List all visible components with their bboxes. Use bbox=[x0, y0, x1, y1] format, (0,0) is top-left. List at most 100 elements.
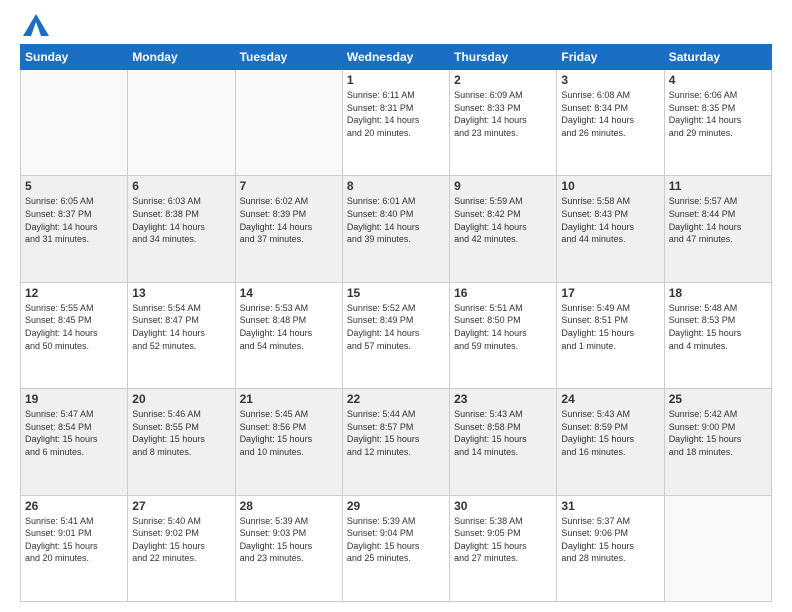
day-info: Sunrise: 5:44 AM Sunset: 8:57 PM Dayligh… bbox=[347, 408, 445, 458]
day-number: 21 bbox=[240, 392, 338, 406]
day-number: 30 bbox=[454, 499, 552, 513]
calendar-cell: 31 Sunrise: 5:37 AM Sunset: 9:06 PM Dayli… bbox=[557, 495, 664, 601]
day-info: Sunrise: 5:53 AM Sunset: 8:48 PM Dayligh… bbox=[240, 302, 338, 352]
calendar-cell: 10Sunrise: 5:58 AM Sunset: 8:43 PM Dayli… bbox=[557, 176, 664, 282]
day-number: 28 bbox=[240, 499, 338, 513]
calendar-cell: 20 Sunrise: 5:46 AM Sunset: 8:55 PM Dayli… bbox=[128, 389, 235, 495]
day-info: Sunrise: 5:46 AM Sunset: 8:55 PM Dayligh… bbox=[132, 408, 230, 458]
day-info: Sunrise: 5:51 AM Sunset: 8:50 PM Dayligh… bbox=[454, 302, 552, 352]
day-info: Sunrise: 6:11 AM Sunset: 8:31 PM Dayligh… bbox=[347, 89, 445, 139]
calendar-cell: 29 Sunrise: 5:39 AM Sunset: 9:04 PM Dayli… bbox=[342, 495, 449, 601]
day-number: 27 bbox=[132, 499, 230, 513]
day-of-week-header: Wednesday bbox=[342, 45, 449, 70]
calendar-cell: 26 Sunrise: 5:41 AM Sunset: 9:01 PM Dayli… bbox=[21, 495, 128, 601]
day-info: Sunrise: 5:42 AM Sunset: 9:00 PM Dayligh… bbox=[669, 408, 767, 458]
calendar-cell: 17 Sunrise: 5:49 AM Sunset: 8:51 PM Dayli… bbox=[557, 282, 664, 388]
day-number: 4 bbox=[669, 73, 767, 87]
calendar-cell bbox=[235, 70, 342, 176]
day-number: 26 bbox=[25, 499, 123, 513]
day-number: 7 bbox=[240, 179, 338, 193]
day-of-week-header: Saturday bbox=[664, 45, 771, 70]
calendar-cell: 9 Sunrise: 5:59 AM Sunset: 8:42 PM Daylig… bbox=[450, 176, 557, 282]
day-number: 9 bbox=[454, 179, 552, 193]
day-info: Sunrise: 5:55 AM Sunset: 8:45 PM Dayligh… bbox=[25, 302, 123, 352]
calendar-cell: 13 Sunrise: 5:54 AM Sunset: 8:47 PM Dayli… bbox=[128, 282, 235, 388]
logo bbox=[20, 16, 49, 36]
calendar-cell: 22 Sunrise: 5:44 AM Sunset: 8:57 PM Dayli… bbox=[342, 389, 449, 495]
day-of-week-header: Thursday bbox=[450, 45, 557, 70]
calendar-cell: 1 Sunrise: 6:11 AM Sunset: 8:31 PM Daylig… bbox=[342, 70, 449, 176]
day-info: Sunrise: 5:43 AM Sunset: 8:58 PM Dayligh… bbox=[454, 408, 552, 458]
day-info: Sunrise: 5:59 AM Sunset: 8:42 PM Dayligh… bbox=[454, 195, 552, 245]
calendar-cell: 23 Sunrise: 5:43 AM Sunset: 8:58 PM Dayli… bbox=[450, 389, 557, 495]
day-number: 12 bbox=[25, 286, 123, 300]
day-info: Sunrise: 6:05 AM Sunset: 8:37 PM Dayligh… bbox=[25, 195, 123, 245]
day-number: 22 bbox=[347, 392, 445, 406]
day-info: Sunrise: 6:03 AM Sunset: 8:38 PM Dayligh… bbox=[132, 195, 230, 245]
day-info: Sunrise: 5:43 AM Sunset: 8:59 PM Dayligh… bbox=[561, 408, 659, 458]
calendar-cell: 30 Sunrise: 5:38 AM Sunset: 9:05 PM Dayli… bbox=[450, 495, 557, 601]
day-info: Sunrise: 5:57 AM Sunset: 8:44 PM Dayligh… bbox=[669, 195, 767, 245]
calendar-week-row: 5 Sunrise: 6:05 AM Sunset: 8:37 PM Daylig… bbox=[21, 176, 772, 282]
day-info: Sunrise: 5:47 AM Sunset: 8:54 PM Dayligh… bbox=[25, 408, 123, 458]
calendar-cell: 27 Sunrise: 5:40 AM Sunset: 9:02 PM Dayli… bbox=[128, 495, 235, 601]
day-number: 24 bbox=[561, 392, 659, 406]
calendar-cell: 3Sunrise: 6:08 AM Sunset: 8:34 PM Daylig… bbox=[557, 70, 664, 176]
day-info: Sunrise: 6:02 AM Sunset: 8:39 PM Dayligh… bbox=[240, 195, 338, 245]
calendar-cell bbox=[128, 70, 235, 176]
day-number: 31 bbox=[561, 499, 659, 513]
calendar-week-row: 1 Sunrise: 6:11 AM Sunset: 8:31 PM Daylig… bbox=[21, 70, 772, 176]
day-number: 1 bbox=[347, 73, 445, 87]
day-info: Sunrise: 5:49 AM Sunset: 8:51 PM Dayligh… bbox=[561, 302, 659, 352]
day-number: 15 bbox=[347, 286, 445, 300]
calendar-cell: 7 Sunrise: 6:02 AM Sunset: 8:39 PM Daylig… bbox=[235, 176, 342, 282]
day-info: Sunrise: 5:39 AM Sunset: 9:04 PM Dayligh… bbox=[347, 515, 445, 565]
day-info: Sunrise: 5:38 AM Sunset: 9:05 PM Dayligh… bbox=[454, 515, 552, 565]
day-number: 17 bbox=[561, 286, 659, 300]
calendar-header-row: SundayMondayTuesdayWednesdayThursdayFrid… bbox=[21, 45, 772, 70]
day-info: Sunrise: 6:01 AM Sunset: 8:40 PM Dayligh… bbox=[347, 195, 445, 245]
day-info: Sunrise: 5:58 AM Sunset: 8:43 PM Dayligh… bbox=[561, 195, 659, 245]
day-number: 13 bbox=[132, 286, 230, 300]
day-of-week-header: Tuesday bbox=[235, 45, 342, 70]
day-number: 29 bbox=[347, 499, 445, 513]
calendar-cell: 4 Sunrise: 6:06 AM Sunset: 8:35 PM Daylig… bbox=[664, 70, 771, 176]
calendar-cell: 12 Sunrise: 5:55 AM Sunset: 8:45 PM Dayli… bbox=[21, 282, 128, 388]
calendar-cell: 14Sunrise: 5:53 AM Sunset: 8:48 PM Dayli… bbox=[235, 282, 342, 388]
day-number: 3 bbox=[561, 73, 659, 87]
calendar-week-row: 19 Sunrise: 5:47 AM Sunset: 8:54 PM Dayli… bbox=[21, 389, 772, 495]
calendar-week-row: 26 Sunrise: 5:41 AM Sunset: 9:01 PM Dayli… bbox=[21, 495, 772, 601]
logo-icon bbox=[23, 14, 49, 36]
day-number: 2 bbox=[454, 73, 552, 87]
day-number: 5 bbox=[25, 179, 123, 193]
day-number: 16 bbox=[454, 286, 552, 300]
calendar-cell bbox=[664, 495, 771, 601]
day-info: Sunrise: 5:40 AM Sunset: 9:02 PM Dayligh… bbox=[132, 515, 230, 565]
day-info: Sunrise: 5:48 AM Sunset: 8:53 PM Dayligh… bbox=[669, 302, 767, 352]
day-info: Sunrise: 6:06 AM Sunset: 8:35 PM Dayligh… bbox=[669, 89, 767, 139]
day-info: Sunrise: 5:41 AM Sunset: 9:01 PM Dayligh… bbox=[25, 515, 123, 565]
page: SundayMondayTuesdayWednesdayThursdayFrid… bbox=[0, 0, 792, 612]
day-of-week-header: Sunday bbox=[21, 45, 128, 70]
calendar-cell: 2Sunrise: 6:09 AM Sunset: 8:33 PM Daylig… bbox=[450, 70, 557, 176]
day-number: 23 bbox=[454, 392, 552, 406]
calendar-cell: 18Sunrise: 5:48 AM Sunset: 8:53 PM Dayli… bbox=[664, 282, 771, 388]
calendar-cell: 19 Sunrise: 5:47 AM Sunset: 8:54 PM Dayli… bbox=[21, 389, 128, 495]
day-number: 25 bbox=[669, 392, 767, 406]
calendar-cell: 28Sunrise: 5:39 AM Sunset: 9:03 PM Dayli… bbox=[235, 495, 342, 601]
day-number: 19 bbox=[25, 392, 123, 406]
calendar-cell: 21 Sunrise: 5:45 AM Sunset: 8:56 PM Dayli… bbox=[235, 389, 342, 495]
day-number: 20 bbox=[132, 392, 230, 406]
calendar-week-row: 12 Sunrise: 5:55 AM Sunset: 8:45 PM Dayli… bbox=[21, 282, 772, 388]
day-number: 6 bbox=[132, 179, 230, 193]
calendar-cell: 8Sunrise: 6:01 AM Sunset: 8:40 PM Daylig… bbox=[342, 176, 449, 282]
header bbox=[20, 16, 772, 36]
calendar-cell: 25 Sunrise: 5:42 AM Sunset: 9:00 PM Dayli… bbox=[664, 389, 771, 495]
day-info: Sunrise: 5:54 AM Sunset: 8:47 PM Dayligh… bbox=[132, 302, 230, 352]
day-info: Sunrise: 5:37 AM Sunset: 9:06 PM Dayligh… bbox=[561, 515, 659, 565]
calendar-cell: 15Sunrise: 5:52 AM Sunset: 8:49 PM Dayli… bbox=[342, 282, 449, 388]
day-info: Sunrise: 5:45 AM Sunset: 8:56 PM Dayligh… bbox=[240, 408, 338, 458]
day-number: 11 bbox=[669, 179, 767, 193]
calendar-cell: 6 Sunrise: 6:03 AM Sunset: 8:38 PM Daylig… bbox=[128, 176, 235, 282]
calendar-cell: 11 Sunrise: 5:57 AM Sunset: 8:44 PM Dayli… bbox=[664, 176, 771, 282]
